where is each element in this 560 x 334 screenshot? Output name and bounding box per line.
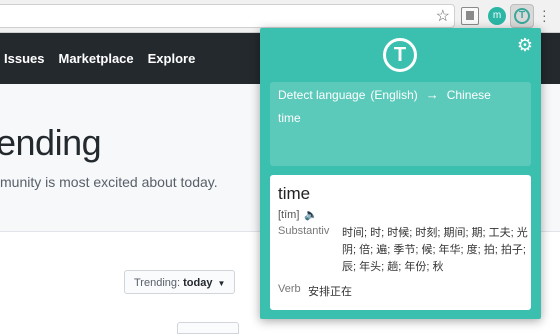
language-row[interactable]: Detect language (English) → Chinese: [278, 87, 491, 102]
caret-down-icon: ▼: [217, 279, 226, 288]
trending-period-button[interactable]: Trending: today ▼: [124, 270, 236, 294]
phonetic-text: [tīm]: [278, 208, 300, 221]
m-extension-icon[interactable]: m: [488, 7, 506, 25]
detected-language: (English): [370, 87, 418, 102]
nav-explore[interactable]: Explore: [148, 51, 196, 66]
download-extension-icon[interactable]: [461, 7, 479, 25]
translator-logo-icon: T: [514, 8, 530, 24]
translation-result-card: time [tīm] 🔈 Substantiv 时间; 时; 时候; 时刻; 期…: [270, 175, 531, 310]
noun-definitions: 时间; 时; 时候; 时刻; 期间; 期; 工夫; 光阴; 倍; 遍; 季节; …: [342, 227, 528, 273]
bookmark-star-icon[interactable]: ☆: [436, 6, 450, 26]
header-nav: Issues Marketplace Explore: [4, 33, 209, 84]
nav-issues[interactable]: Issues: [4, 51, 44, 66]
page-title: ending: [0, 122, 102, 163]
gear-icon[interactable]: ⚙: [517, 36, 533, 54]
translator-popup: T ⚙ Detect language (English) → Chinese …: [260, 28, 541, 319]
arrow-right-icon: →: [425, 87, 439, 102]
result-word: time: [278, 184, 311, 203]
detect-language-label[interactable]: Detect language: [278, 88, 365, 102]
browser-menu-icon[interactable]: · · ·: [542, 3, 547, 27]
part-of-speech-noun: Substantiv: [278, 225, 330, 237]
speaker-icon[interactable]: 🔈: [304, 208, 318, 221]
trending-label: Trending:: [134, 277, 181, 289]
address-bar[interactable]: ☆: [0, 4, 455, 28]
translator-logo-icon: T: [383, 38, 417, 72]
translation-input-card[interactable]: Detect language (English) → Chinese time: [270, 82, 531, 166]
trending-value: today: [183, 277, 213, 289]
source-text[interactable]: time: [278, 111, 301, 125]
translator-extension-icon[interactable]: T: [510, 4, 534, 28]
part-of-speech-verb: Verb: [278, 283, 301, 295]
phonetic-row: [tīm] 🔈: [278, 208, 318, 222]
target-language[interactable]: Chinese: [447, 88, 491, 102]
page-subtitle: munity is most excited about today.: [0, 174, 218, 190]
nav-marketplace[interactable]: Marketplace: [58, 51, 133, 66]
verb-definitions: 安排正在: [308, 286, 352, 298]
partial-button[interactable]: [177, 322, 239, 334]
